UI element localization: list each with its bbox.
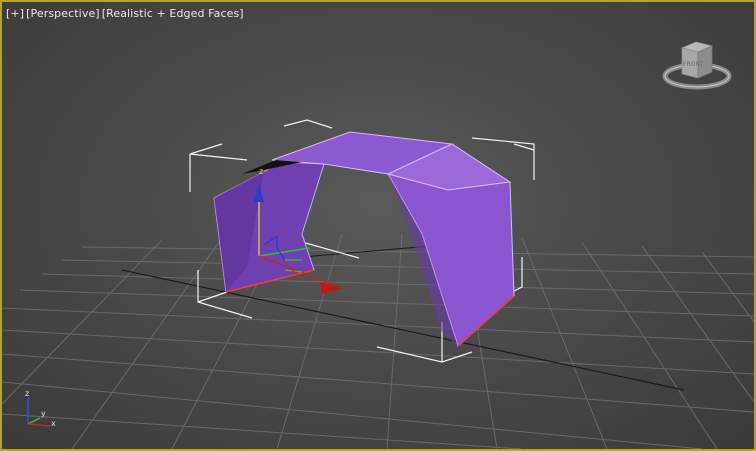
tripod-y-label: y bbox=[41, 409, 46, 418]
grid-axis-x bbox=[121, 269, 685, 391]
viewcube-front-label: FRONT bbox=[683, 61, 704, 68]
axis-tripod-icon: z y x bbox=[25, 389, 56, 428]
tripod-x-label: x bbox=[51, 419, 56, 428]
viewport-point-of-view-menu[interactable]: [Perspective] bbox=[26, 7, 100, 20]
gizmo-z-label: z bbox=[259, 167, 263, 176]
viewport-label-menu: [+] [Perspective] [Realistic + Edged Fac… bbox=[6, 7, 244, 20]
viewcube-icon[interactable]: FRONT bbox=[662, 38, 732, 94]
viewport-general-menu[interactable]: [+] bbox=[6, 7, 24, 20]
right-panel[interactable] bbox=[386, 173, 515, 347]
perspective-viewport[interactable]: z [+] [Perspective] [Realistic + Edged F… bbox=[0, 0, 756, 451]
home-grid bbox=[2, 233, 754, 449]
tripod-z-label: z bbox=[25, 389, 29, 398]
viewport-scene[interactable]: z bbox=[2, 2, 754, 449]
viewport-shading-menu[interactable]: [Realistic + Edged Faces] bbox=[102, 7, 244, 20]
